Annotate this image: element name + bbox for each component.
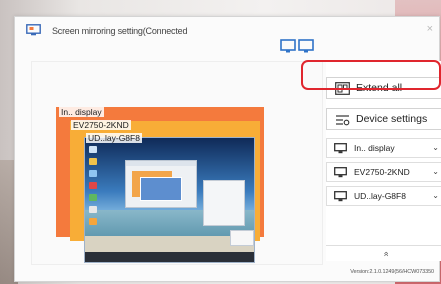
display-label: In.. display <box>59 107 104 117</box>
dual-monitor-icon[interactable] <box>280 39 314 55</box>
monitor-icon <box>334 166 347 177</box>
desktop-icon <box>89 158 97 165</box>
collapse-button[interactable]: » <box>326 245 441 262</box>
desktop-icon <box>89 206 97 213</box>
desktop-icon <box>89 146 97 153</box>
double-chevron-up-icon: » <box>380 251 391 257</box>
device-settings-label: Device settings <box>356 113 428 125</box>
device-row[interactable]: UD..lay-G8F8 ⌄ <box>326 186 441 206</box>
window-title: Screen mirroring setting(Connected <box>52 26 188 36</box>
version-text: Version:2.1.0.1249(56/HCW073350 <box>350 269 434 275</box>
extend-all-highlight <box>301 60 441 90</box>
monitor-icon <box>334 142 347 153</box>
screen-mirroring-window: Screen mirroring setting(Connected × In.… <box>14 16 441 282</box>
device-name: EV2750-2KND <box>354 167 410 177</box>
cast-screen-icon <box>26 24 41 36</box>
chevron-down-icon[interactable]: ⌄ <box>432 167 439 176</box>
desktop-icon <box>89 218 97 225</box>
settings-sliders-icon <box>336 114 350 125</box>
display-preview-ud[interactable] <box>84 137 255 263</box>
device-name: UD..lay-G8F8 <box>354 191 406 201</box>
close-icon[interactable]: × <box>427 23 433 35</box>
desktop-icon <box>89 182 97 189</box>
desktop-app-window <box>203 180 245 226</box>
right-panel: Extend all Device settings In.. display … <box>326 61 441 261</box>
chevron-down-icon[interactable]: ⌄ <box>432 143 439 152</box>
display-label: UD..lay-G8F8 <box>86 133 142 143</box>
desktop-taskbar <box>85 252 254 262</box>
desktop-wallpaper-beach <box>85 236 254 252</box>
title-bar: Screen mirroring setting(Connected × <box>15 17 439 45</box>
desktop-app-window <box>125 160 197 208</box>
device-name: In.. display <box>354 143 395 153</box>
device-row[interactable]: In.. display ⌄ <box>326 138 441 158</box>
chevron-down-icon[interactable]: ⌄ <box>432 191 439 200</box>
desktop-icon <box>89 194 97 201</box>
device-row[interactable]: EV2750-2KND ⌄ <box>326 162 441 182</box>
display-label: EV2750-2KND <box>71 120 131 130</box>
desktop-app-window <box>230 230 254 246</box>
monitor-icon <box>334 190 347 201</box>
desktop-icon <box>89 170 97 177</box>
device-settings-button[interactable]: Device settings <box>326 108 441 130</box>
